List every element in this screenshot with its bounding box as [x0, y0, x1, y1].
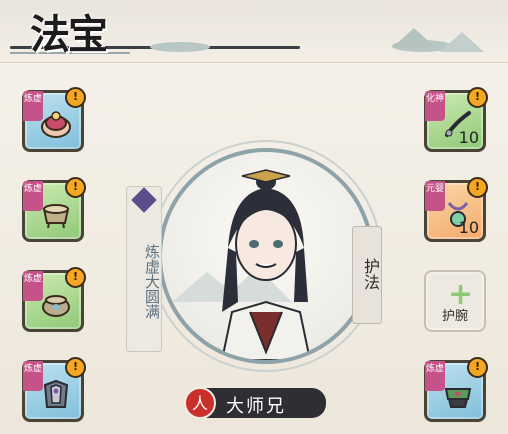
alert-icon: !: [467, 357, 488, 378]
treasure-slot-right-2[interactable]: 元婴 ! 10: [424, 177, 488, 242]
armor-icon: [43, 379, 69, 408]
character-type-icon: 人: [184, 387, 216, 419]
alert-icon: !: [65, 177, 86, 198]
treasure-slot-right-4[interactable]: 炼虚 !: [424, 357, 488, 422]
treasure-screen: 法宝 炼虚 ! 炼虚 ! 炼虚 ! 炼虚 ! 化神 ! 10 元婴 ! 10 +…: [0, 0, 508, 434]
bracer-empty-slot[interactable]: + 护腕: [424, 270, 486, 332]
character-name-bar: 人 大师兄: [184, 387, 326, 419]
treasure-slot-left-3[interactable]: 炼虚 !: [22, 267, 86, 332]
character-portrait[interactable]: [158, 148, 374, 364]
mountain-decoration: [392, 28, 436, 48]
page-title: 法宝: [30, 11, 108, 58]
rank-emblem-icon: [131, 187, 157, 213]
incense-burner-icon: [42, 295, 70, 317]
treasure-slot-left-4[interactable]: 炼虚 !: [22, 357, 86, 422]
treasure-slot-left-1[interactable]: 炼虚 !: [22, 87, 86, 152]
protector-role-tab[interactable]: 护法: [352, 226, 382, 324]
alert-icon: !: [467, 87, 488, 108]
cauldron-icon: [42, 204, 70, 229]
rank-panel: 炼虚大圆满: [126, 186, 162, 352]
treasure-slot-right-1[interactable]: 化神 ! 10: [424, 87, 488, 152]
item-count: 10: [458, 128, 479, 147]
character-name: 大师兄: [226, 396, 286, 417]
slot-label: 护腕: [441, 309, 468, 324]
item-count: 10: [458, 218, 479, 237]
treasure-slot-left-2[interactable]: 炼虚 !: [22, 177, 86, 242]
cloud-decoration: [150, 42, 210, 52]
alert-icon: !: [65, 87, 86, 108]
rank-label: 炼虚大圆满: [143, 243, 161, 319]
ring-treasure-icon: [41, 111, 71, 138]
alert-icon: !: [467, 177, 488, 198]
alert-icon: !: [65, 267, 86, 288]
mountain-decoration: [440, 32, 484, 52]
alert-icon: !: [65, 357, 86, 378]
bracer-icon: [444, 388, 472, 408]
character-illustration: [172, 169, 312, 360]
role-tab-label: 护法: [361, 258, 380, 290]
